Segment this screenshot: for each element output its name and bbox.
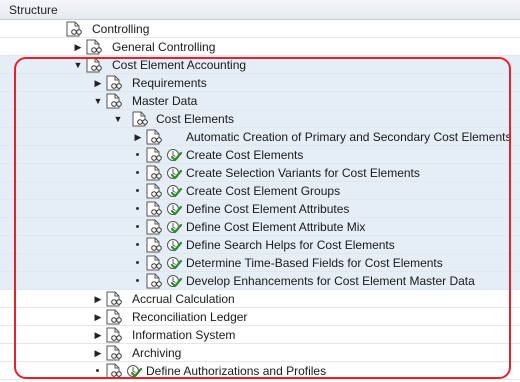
document-glasses-icon (146, 129, 164, 145)
tree-item-cost-element-accounting[interactable]: ▼ Cost Element Accounting (0, 56, 520, 74)
execute-check-icon[interactable] (166, 237, 183, 253)
triangle-right-icon[interactable]: ▶ (92, 326, 104, 344)
tree-item-label: Create Cost Element Groups (186, 184, 341, 198)
tree-item-create-selection-variants[interactable]: Create Selection Variants for Cost Eleme… (0, 164, 520, 182)
document-glasses-icon (106, 93, 124, 109)
tree-item-label: Define Cost Element Attribute Mix (186, 220, 366, 234)
tree-item-label: General Controlling (112, 40, 216, 54)
tree-item-define-attribute-mix[interactable]: Define Cost Element Attribute Mix (0, 218, 520, 236)
tree-item-define-authorizations[interactable]: Define Authorizations and Profiles (0, 362, 520, 380)
execute-check-icon[interactable] (166, 165, 183, 181)
document-glasses-icon (146, 201, 164, 217)
tree-item-label: Define Authorizations and Profiles (146, 364, 327, 378)
execute-check-icon[interactable] (166, 273, 183, 289)
tree-item-define-search-helps[interactable]: Define Search Helps for Cost Elements (0, 236, 520, 254)
triangle-right-icon[interactable]: ▶ (92, 344, 104, 362)
execute-check-icon[interactable] (166, 147, 183, 163)
document-glasses-icon (106, 327, 124, 343)
tree-item-label: Archiving (132, 346, 182, 360)
document-glasses-icon (146, 147, 164, 163)
tree-item-label: Create Selection Variants for Cost Eleme… (186, 166, 420, 180)
tree-item-create-cost-elements[interactable]: Create Cost Elements (0, 146, 520, 164)
structure-header: Structure (0, 0, 520, 20)
tree-item-create-cost-element-groups[interactable]: Create Cost Element Groups (0, 182, 520, 200)
tree-item-reconciliation-ledger[interactable]: ▶ Reconciliation Ledger (0, 308, 520, 326)
tree-item-information-system[interactable]: ▶ Information System (0, 326, 520, 344)
tree-item-label: Cost Elements (156, 112, 235, 126)
bullet-icon (136, 153, 139, 156)
tree-item-label: Cost Element Accounting (112, 58, 247, 72)
document-glasses-icon (106, 345, 124, 361)
document-glasses-icon (86, 39, 104, 55)
triangle-right-icon[interactable]: ▶ (92, 74, 104, 92)
document-glasses-icon (146, 165, 164, 181)
tree-item-controlling[interactable]: ▼Controlling (0, 20, 520, 38)
triangle-down-icon[interactable]: ▼ (72, 56, 84, 74)
execute-check-icon[interactable] (166, 219, 183, 235)
tree-item-master-data[interactable]: ▼ Master Data (0, 92, 520, 110)
tree-item-archiving[interactable]: ▶ Archiving (0, 344, 520, 362)
document-glasses-icon (146, 255, 164, 271)
tree-item-label: Automatic Creation of Primary and Second… (186, 130, 512, 144)
tree-item-label: Determine Time-Based Fields for Cost Ele… (186, 256, 443, 270)
bullet-icon (136, 207, 139, 210)
triangle-right-icon[interactable]: ▶ (92, 308, 104, 326)
document-glasses-icon (146, 183, 164, 199)
bullet-icon (136, 279, 139, 282)
tree-item-cost-elements[interactable]: ▼ Cost Elements (0, 110, 520, 128)
tree-item-label: Accrual Calculation (132, 292, 235, 306)
tree-item-general-controlling[interactable]: ▶ General Controlling (0, 38, 520, 56)
document-glasses-icon (106, 309, 124, 325)
document-glasses-icon (146, 219, 164, 235)
tree-item-label: Master Data (132, 94, 198, 108)
tree-item-label: Define Search Helps for Cost Elements (186, 238, 395, 252)
execute-check-icon[interactable] (126, 363, 143, 379)
execute-check-icon[interactable] (166, 201, 183, 217)
tree-item-define-cost-element-attributes[interactable]: Define Cost Element Attributes (0, 200, 520, 218)
tree-item-label: Information System (132, 328, 236, 342)
triangle-down-icon[interactable]: ▼ (112, 110, 124, 128)
tree-item-accrual-calculation[interactable]: ▶ Accrual Calculation (0, 290, 520, 308)
tree-item-determine-time-based-fields[interactable]: Determine Time-Based Fields for Cost Ele… (0, 254, 520, 272)
tree-item-automatic-creation[interactable]: ▶ Automatic Creation of Primary and Secon… (0, 128, 520, 146)
tree-item-label: Controlling (92, 22, 150, 36)
document-glasses-icon (132, 111, 150, 127)
tree-item-develop-enhancements[interactable]: Develop Enhancements for Cost Element Ma… (0, 272, 520, 290)
document-glasses-icon (66, 21, 84, 37)
tree-item-requirements[interactable]: ▶ Requirements (0, 74, 520, 92)
bullet-icon (136, 261, 139, 264)
structure-tree: ▼Controlling▶General Controlling▼Cost El… (0, 20, 520, 381)
triangle-right-icon[interactable]: ▶ (92, 290, 104, 308)
tree-item-label: Requirements (132, 76, 207, 90)
execute-check-icon[interactable] (166, 183, 183, 199)
execute-check-icon[interactable] (166, 255, 183, 271)
document-glasses-icon (106, 363, 124, 379)
triangle-right-icon[interactable]: ▶ (72, 38, 84, 56)
bullet-icon (136, 189, 139, 192)
document-glasses-icon (106, 75, 124, 91)
bullet-icon (136, 171, 139, 174)
triangle-down-icon[interactable]: ▼ (92, 92, 104, 110)
triangle-right-icon[interactable]: ▶ (132, 128, 144, 146)
bullet-icon (96, 369, 99, 372)
tree-item-label: Reconciliation Ledger (132, 310, 248, 324)
tree-item-label: Develop Enhancements for Cost Element Ma… (186, 274, 475, 288)
tree-item-label: Define Cost Element Attributes (186, 202, 350, 216)
document-glasses-icon (146, 273, 164, 289)
structure-header-title: Structure (9, 3, 58, 17)
document-glasses-icon (106, 291, 124, 307)
document-glasses-icon (146, 237, 164, 253)
bullet-icon (136, 243, 139, 246)
document-glasses-icon (86, 57, 104, 73)
bullet-icon (136, 225, 139, 228)
tree-item-label: Create Cost Elements (186, 148, 304, 162)
